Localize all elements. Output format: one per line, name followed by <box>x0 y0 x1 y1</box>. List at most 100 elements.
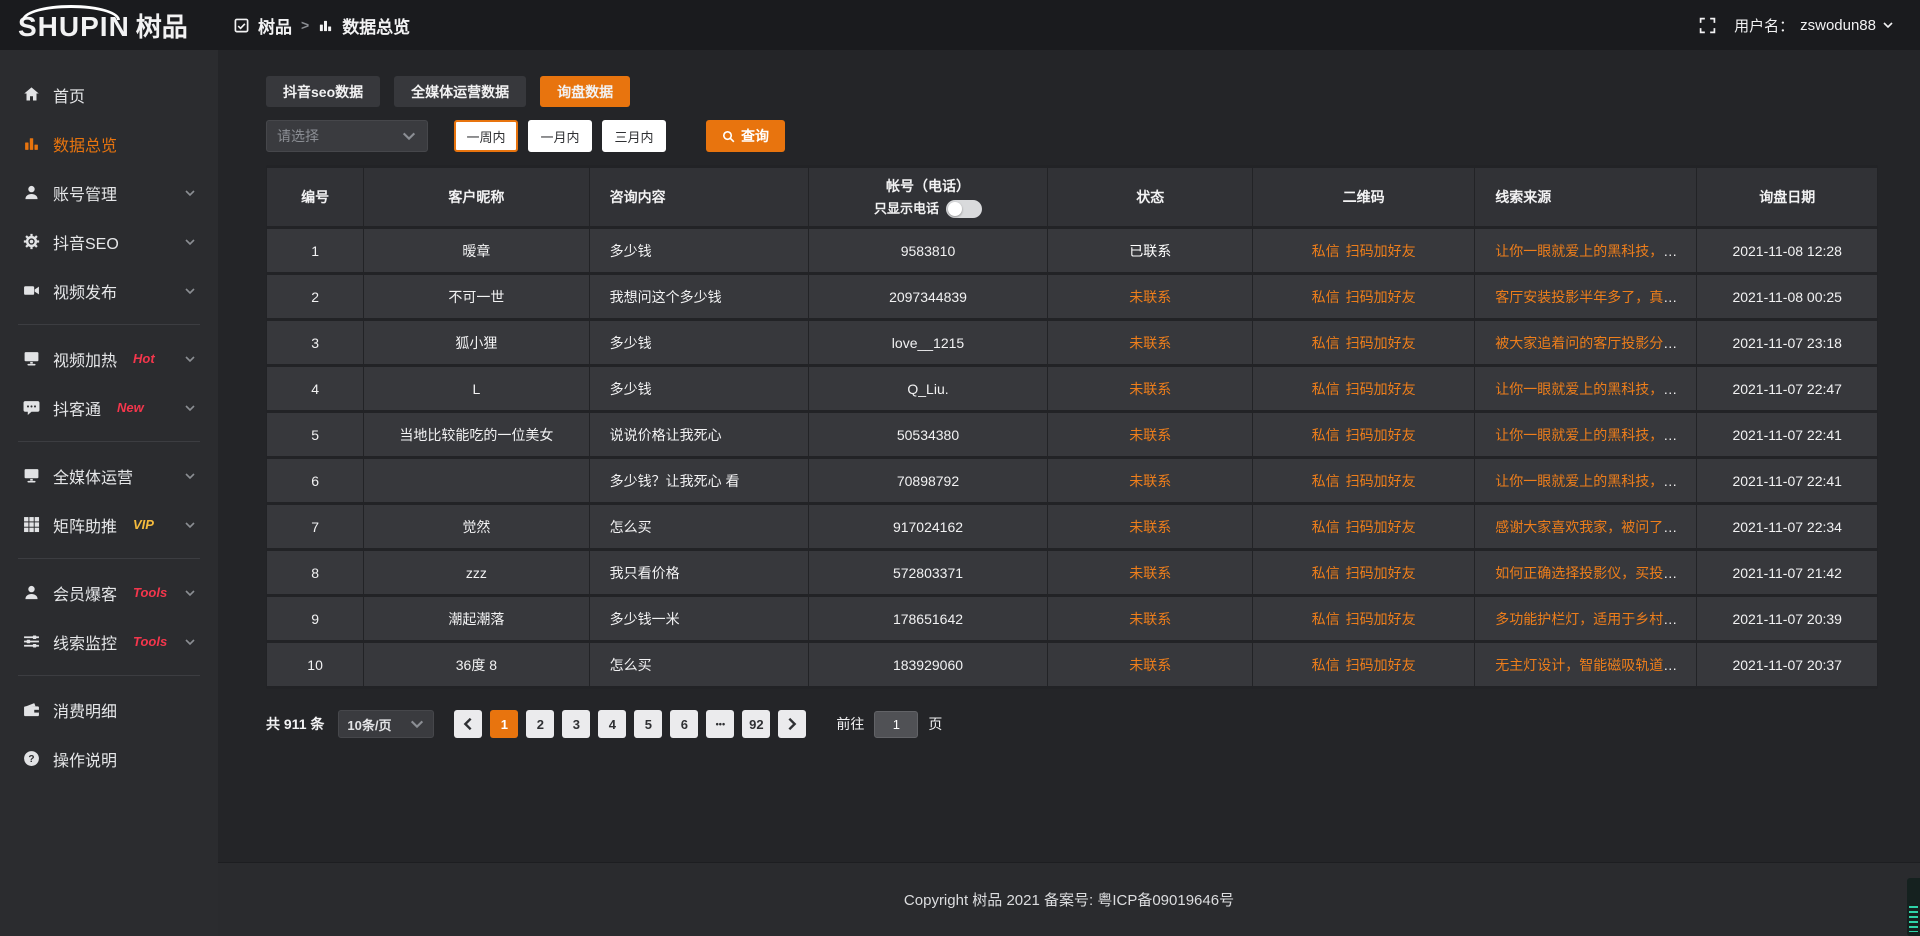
cell-account: 70898792 <box>809 459 1048 502</box>
cell-date: 2021-11-07 21:42 <box>1697 551 1877 594</box>
status-badge: 未联系 <box>1129 427 1171 443</box>
page-size-select[interactable]: 10条/页 <box>338 710 434 738</box>
chevron-down-icon <box>184 285 196 297</box>
qr-link-scan-add-friend[interactable]: 扫码加好友 <box>1346 381 1416 397</box>
qr-link-scan-add-friend[interactable]: 扫码加好友 <box>1346 243 1416 259</box>
period-button-week[interactable]: 一周内 <box>454 120 518 152</box>
chat-icon <box>22 399 40 416</box>
qr-link-scan-add-friend[interactable]: 扫码加好友 <box>1346 335 1416 351</box>
cell-nickname: 当地比较能吃的一位美女 <box>364 413 588 456</box>
qr-link-scan-add-friend[interactable]: 扫码加好友 <box>1346 473 1416 489</box>
column-header-date: 询盘日期 <box>1697 168 1877 226</box>
goto-label: 前往 <box>836 714 864 734</box>
qr-link-private-message[interactable]: 私信 <box>1312 657 1340 673</box>
breadcrumb-root[interactable]: 树品 <box>258 13 292 38</box>
cell-id: 4 <box>267 367 363 410</box>
qr-link-private-message[interactable]: 私信 <box>1312 381 1340 397</box>
sidebar-item-video-publish[interactable]: 视频发布 <box>0 266 218 315</box>
source-link[interactable]: 客厅安装投影半年多了，真实... <box>1495 289 1689 305</box>
sidebar-item-consumption-detail[interactable]: 消费明细 <box>0 685 218 734</box>
source-link[interactable]: 感谢大家喜欢我家，被问了好... <box>1495 519 1689 535</box>
chevron-down-icon <box>184 587 196 599</box>
sidebar-item-operation-guide[interactable]: ?操作说明 <box>0 734 218 783</box>
tab-douyin-seo-data[interactable]: 抖音seo数据 <box>266 76 380 107</box>
sidebar-item-lead-monitor[interactable]: 线索监控Tools <box>0 617 218 666</box>
prev-page-button[interactable] <box>454 710 482 738</box>
page-button-3[interactable]: 3 <box>562 710 590 738</box>
cell-date: 2021-11-07 20:37 <box>1697 643 1877 686</box>
sidebar-item-video-heating[interactable]: 视频加热Hot <box>0 334 218 383</box>
breadcrumb: 树品 > 数据总览 <box>234 13 410 38</box>
source-link[interactable]: 多功能护栏灯，适用于乡村文... <box>1495 611 1689 627</box>
table-row: 5当地比较能吃的一位美女说说价格让我死心50534380未联系私信扫码加好友让你… <box>267 413 1877 456</box>
qr-link-private-message[interactable]: 私信 <box>1312 473 1340 489</box>
period-button-quarter[interactable]: 三月内 <box>602 120 666 152</box>
page-button-4[interactable]: 4 <box>598 710 626 738</box>
sliders-icon <box>22 633 40 650</box>
source-link[interactable]: 如何正确选择投影仪，买投影... <box>1495 565 1689 581</box>
filter-select[interactable]: 请选择 <box>266 120 428 152</box>
page-button-1[interactable]: 1 <box>490 710 518 738</box>
sidebar-item-member-baoke[interactable]: 会员爆客Tools <box>0 568 218 617</box>
qr-link-private-message[interactable]: 私信 <box>1312 565 1340 581</box>
qr-link-private-message[interactable]: 私信 <box>1312 335 1340 351</box>
search-button[interactable]: 查询 <box>706 120 785 152</box>
page-button-5[interactable]: 5 <box>634 710 662 738</box>
source-link[interactable]: 让你一眼就爱上的黑科技，能... <box>1495 243 1689 259</box>
sidebar: 首页数据总览账号管理抖音SEO视频发布视频加热Hot抖客通New 全媒体运营矩阵助… <box>0 50 218 936</box>
source-link[interactable]: 让你一眼就爱上的黑科技，能... <box>1495 381 1689 397</box>
qr-link-private-message[interactable]: 私信 <box>1312 289 1340 305</box>
qr-link-private-message[interactable]: 私信 <box>1312 243 1340 259</box>
column-header-source: 线索来源 <box>1475 168 1696 226</box>
source-link[interactable]: 被大家追着问的客厅投影分享... <box>1495 335 1689 351</box>
page-button-2[interactable]: 2 <box>526 710 554 738</box>
logo-text-cn: 树品 <box>136 7 188 44</box>
source-link[interactable]: 让你一眼就爱上的黑科技，能... <box>1495 473 1689 489</box>
sidebar-item-account-management[interactable]: 账号管理 <box>0 168 218 217</box>
tab-inquiry-data[interactable]: 询盘数据 <box>540 76 630 107</box>
source-link[interactable]: 无主灯设计，智能磁吸轨道灯... <box>1495 657 1689 673</box>
sidebar-item-douyin-seo[interactable]: 抖音SEO <box>0 217 218 266</box>
tab-omni-media-data[interactable]: 全媒体运营数据 <box>394 76 526 107</box>
goto-page-input[interactable] <box>874 711 918 738</box>
fullscreen-icon[interactable] <box>1699 17 1716 34</box>
cell-account: 2097344839 <box>809 275 1048 318</box>
phone-only-toggle[interactable] <box>946 200 982 218</box>
qr-link-private-message[interactable]: 私信 <box>1312 427 1340 443</box>
qr-link-scan-add-friend[interactable]: 扫码加好友 <box>1346 657 1416 673</box>
sidebar-item-matrix-boost[interactable]: 矩阵助推VIP <box>0 500 218 549</box>
goto-suffix: 页 <box>928 714 942 734</box>
cell-id: 1 <box>267 229 363 272</box>
sidebar-item-data-overview[interactable]: 数据总览 <box>0 119 218 168</box>
floating-widget[interactable] <box>1907 878 1920 936</box>
cell-qrcode: 私信扫码加好友 <box>1253 505 1474 548</box>
sidebar-item-label: 首页 <box>53 83 85 107</box>
qr-link-private-message[interactable]: 私信 <box>1312 519 1340 535</box>
source-link[interactable]: 让你一眼就爱上的黑科技，能... <box>1495 427 1689 443</box>
cell-nickname <box>364 459 588 502</box>
chevron-down-icon[interactable] <box>1882 19 1894 31</box>
cell-source: 客厅安装投影半年多了，真实... <box>1475 275 1696 318</box>
username-value[interactable]: zswodun88 <box>1800 17 1876 34</box>
sidebar-item-omni-media[interactable]: 全媒体运营 <box>0 451 218 500</box>
period-button-month[interactable]: 一月内 <box>528 120 592 152</box>
cell-date: 2021-11-07 22:41 <box>1697 413 1877 456</box>
qr-link-scan-add-friend[interactable]: 扫码加好友 <box>1346 427 1416 443</box>
sidebar-divider <box>18 558 200 559</box>
sidebar-item-label: 线索监控 <box>53 630 117 654</box>
qr-link-scan-add-friend[interactable]: 扫码加好友 <box>1346 565 1416 581</box>
page-button-92[interactable]: 92 <box>742 710 770 738</box>
chevron-down-icon <box>184 402 196 414</box>
next-page-button[interactable] <box>778 710 806 738</box>
cell-source: 让你一眼就爱上的黑科技，能... <box>1475 229 1696 272</box>
page-ellipsis-button[interactable]: ••• <box>706 710 734 738</box>
qr-link-private-message[interactable]: 私信 <box>1312 611 1340 627</box>
sidebar-item-home[interactable]: 首页 <box>0 70 218 119</box>
sidebar-item-douketong[interactable]: 抖客通New <box>0 383 218 432</box>
qr-link-scan-add-friend[interactable]: 扫码加好友 <box>1346 289 1416 305</box>
qr-link-scan-add-friend[interactable]: 扫码加好友 <box>1346 611 1416 627</box>
qr-link-scan-add-friend[interactable]: 扫码加好友 <box>1346 519 1416 535</box>
page-button-6[interactable]: 6 <box>670 710 698 738</box>
sidebar-item-label: 账号管理 <box>53 181 117 205</box>
pager-pages: 123456 ••• 92 <box>486 710 774 738</box>
